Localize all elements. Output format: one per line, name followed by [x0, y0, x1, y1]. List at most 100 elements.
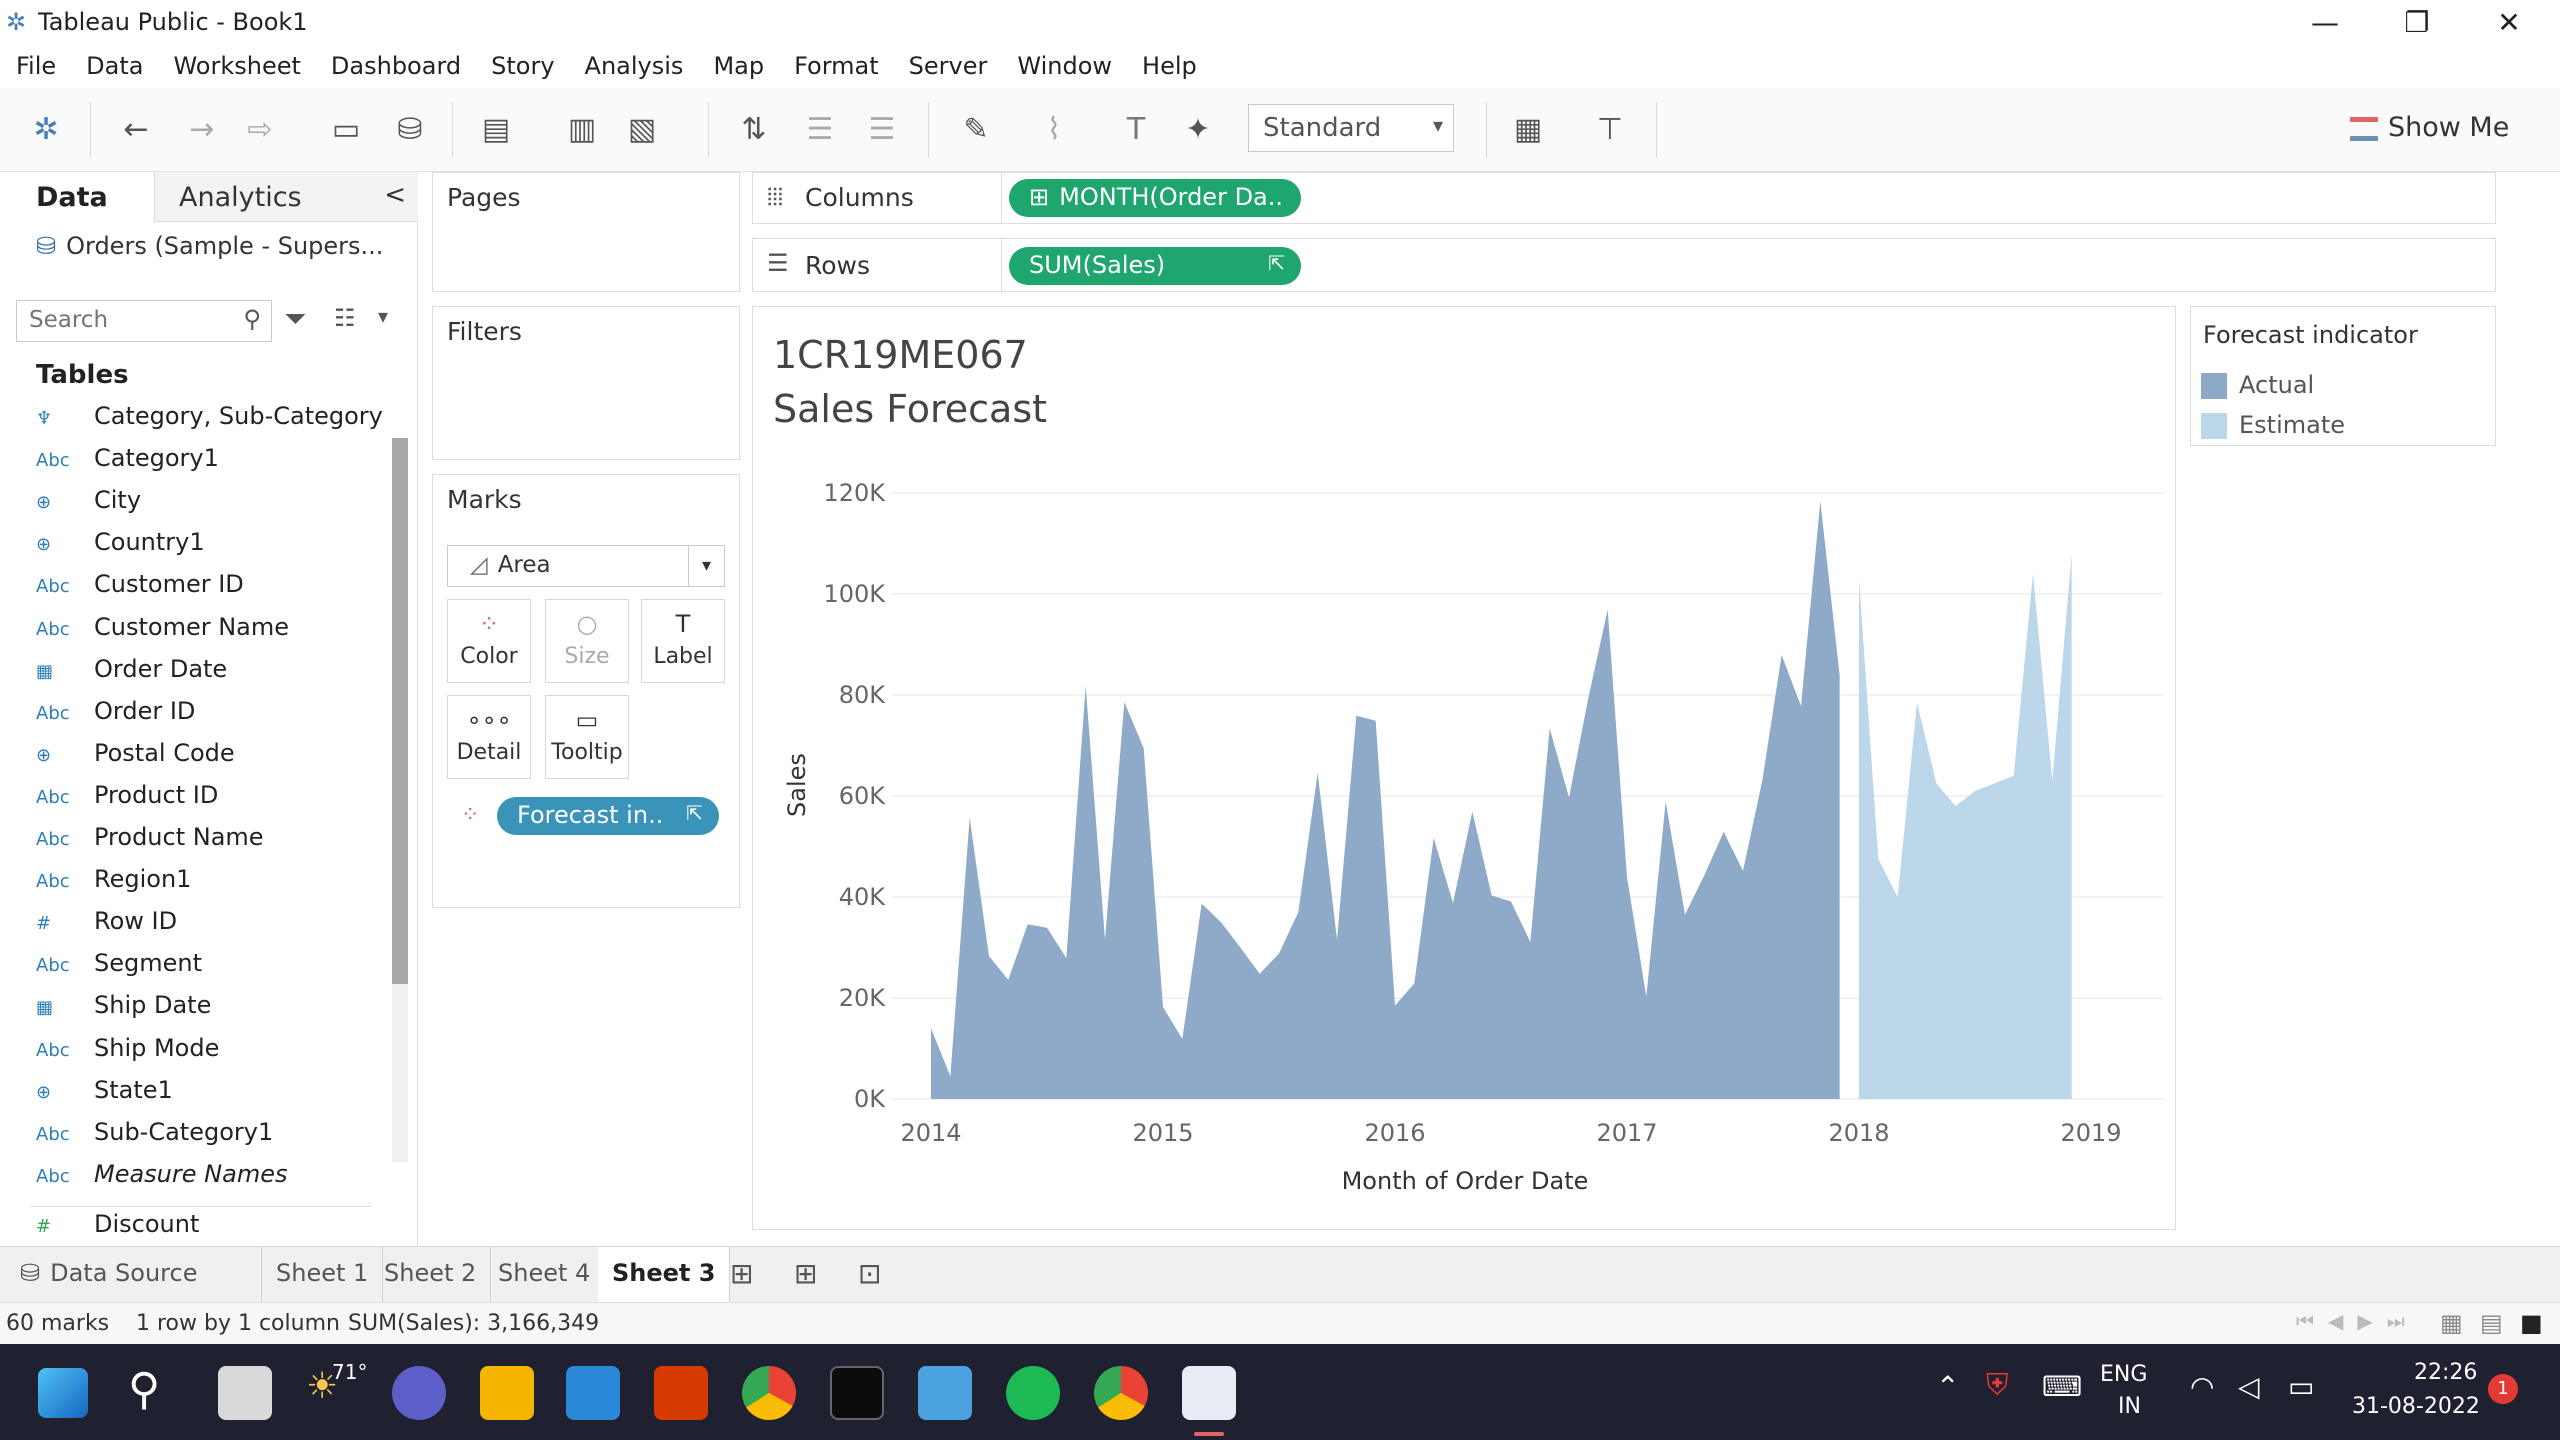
menu-format[interactable]: Format [794, 52, 879, 80]
chrome-icon[interactable] [742, 1366, 796, 1420]
chevron-down-icon[interactable]: ▾ [378, 304, 388, 328]
tabs-icon[interactable]: ■ [2520, 1309, 2543, 1337]
area-chart[interactable]: 0K 20K 40K 60K 80K 100K 120K 2014 2015 2016 2017 20… [753, 307, 2177, 1231]
redo-icon[interactable]: → [182, 110, 222, 150]
scrollbar-track[interactable] [392, 438, 408, 1162]
pages-shelf[interactable]: Pages [432, 172, 740, 292]
new-worksheet-icon[interactable]: ▤ [476, 110, 516, 150]
scrollbar-thumb[interactable] [392, 438, 408, 984]
minimize-button[interactable]: — [2280, 2, 2370, 44]
maximize-button[interactable]: ❐ [2372, 2, 2462, 44]
menu-map[interactable]: Map [713, 52, 764, 80]
save-icon[interactable]: ▭ [326, 110, 366, 150]
sheet-nav-icons[interactable]: ⏮◀▶⏭ [2296, 1309, 2419, 1333]
menu-worksheet[interactable]: Worksheet [173, 52, 300, 80]
mcafee-icon[interactable]: ⛨ [1986, 1368, 2009, 1403]
teams-chat-icon[interactable] [392, 1366, 446, 1420]
legend-item-actual[interactable]: Actual [2201, 371, 2314, 399]
area-series-actual[interactable] [931, 501, 1840, 1099]
tab-sheet-4[interactable]: Sheet 4 [484, 1247, 606, 1303]
size-button[interactable]: ○ Size [545, 599, 629, 683]
sort-ascending-icon[interactable]: ☰ [800, 110, 840, 150]
mark-type-dropdown[interactable]: ◿ Area ▾ [447, 545, 725, 587]
clock-time[interactable]: 22:26 [2414, 1360, 2477, 1385]
legend-item-estimate[interactable]: Estimate [2201, 411, 2345, 439]
field-ship-mode[interactable]: Abc Ship Mode [36, 1034, 219, 1076]
new-dashboard-icon[interactable]: ⊞ [794, 1257, 817, 1290]
show-me-button[interactable]: Show Me [2350, 112, 2509, 143]
view-list-icon[interactable]: ☷ [334, 304, 356, 332]
menu-server[interactable]: Server [909, 52, 988, 80]
filter-icon[interactable]: ⏷ [284, 302, 306, 336]
rows-pill[interactable]: SUM(Sales) ⇱ [1009, 247, 1301, 285]
field-state1[interactable]: ⊕ State1 [36, 1076, 173, 1118]
menu-analysis[interactable]: Analysis [585, 52, 684, 80]
undo-icon[interactable]: ← [116, 110, 156, 150]
field-city[interactable]: ⊕ City [36, 486, 141, 528]
fit-dropdown[interactable]: Standard ▾ [1248, 104, 1454, 152]
language-indicator[interactable]: ENG [2100, 1362, 2147, 1387]
tab-sheet-1[interactable]: Sheet 1 [262, 1247, 384, 1303]
clock-date[interactable]: 31-08-2022 [2352, 1394, 2480, 1419]
battery-icon[interactable]: ▭ [2288, 1370, 2314, 1403]
group-icon[interactable]: ⌇ [1034, 110, 1074, 150]
field-sub-category1[interactable]: Abc Sub-Category1 [36, 1118, 273, 1160]
filmstrip-icon[interactable]: ▤ [2480, 1309, 2503, 1337]
task-view-icon[interactable] [218, 1366, 272, 1420]
notepad-icon[interactable] [918, 1366, 972, 1420]
forecast-indicator-pill[interactable]: Forecast in.. ⇱ [497, 797, 719, 835]
collapse-pane-icon[interactable]: < [384, 180, 406, 210]
menu-story[interactable]: Story [491, 52, 554, 80]
field-order-date[interactable]: ▦ Order Date [36, 655, 227, 697]
close-button[interactable]: ✕ [2464, 2, 2554, 44]
tab-analytics[interactable]: Analytics < [154, 172, 418, 222]
duplicate-sheet-icon[interactable]: ▥ [562, 110, 602, 150]
keyboard-icon[interactable]: ⌨ [2042, 1370, 2082, 1403]
show-cards-icon[interactable]: ▦ [1508, 110, 1548, 150]
area-series-estimate[interactable] [1859, 553, 2072, 1099]
wifi-icon[interactable]: ◠ [2190, 1370, 2214, 1403]
columns-shelf[interactable]: ⦙⦙⦙ Columns ⊞ MONTH(Order Da.. [752, 172, 2496, 224]
tab-data[interactable]: Data [0, 172, 154, 222]
replay-icon[interactable]: ⇨ [240, 110, 280, 150]
spotify-icon[interactable] [1006, 1366, 1060, 1420]
notification-badge[interactable]: 1 [2488, 1374, 2518, 1404]
new-datasource-icon[interactable]: ⛁ [390, 110, 430, 150]
menu-file[interactable]: File [16, 52, 56, 80]
visualization-area[interactable]: 1CR19ME067 Sales Forecast 0K 20K 40K 60K 80K… [752, 306, 2176, 1230]
file-explorer-icon[interactable] [480, 1366, 534, 1420]
columns-pill[interactable]: ⊞ MONTH(Order Da.. [1009, 179, 1301, 217]
field-customer-name[interactable]: Abc Customer Name [36, 613, 289, 655]
datasource-item[interactable]: ⛁ Orders (Sample - Supers... [36, 232, 383, 260]
field-product-name[interactable]: Abc Product Name [36, 823, 264, 865]
tooltip-button[interactable]: ▭ Tooltip [545, 695, 629, 779]
tableau-home-icon[interactable]: ✲ [26, 110, 66, 150]
rows-shelf[interactable]: ☰ Rows SUM(Sales) ⇱ [752, 238, 2496, 292]
microsoft-store-icon[interactable] [566, 1366, 620, 1420]
menu-dashboard[interactable]: Dashboard [331, 52, 461, 80]
field-customer-id[interactable]: Abc Customer ID [36, 570, 244, 612]
new-story-icon[interactable]: ⊡ [858, 1257, 881, 1290]
search-field[interactable]: ⚲ [16, 300, 272, 342]
label-button[interactable]: T Label [641, 599, 725, 683]
terminal-icon[interactable] [830, 1366, 884, 1420]
field-country1[interactable]: ⊕ Country1 [36, 528, 205, 570]
clear-sheet-icon[interactable]: ▧ [622, 110, 662, 150]
tab-sheet-2[interactable]: Sheet 2 [370, 1247, 492, 1303]
chrome-profile-icon[interactable] [1094, 1366, 1148, 1420]
menu-window[interactable]: Window [1017, 52, 1112, 80]
filters-shelf[interactable]: Filters [432, 306, 740, 460]
tab-data-source[interactable]: ⛁ Data Source [0, 1247, 262, 1303]
field-order-id[interactable]: Abc Order ID [36, 697, 195, 739]
chevron-up-icon[interactable]: ⌃ [1936, 1370, 1959, 1403]
color-button[interactable]: ⁘ Color [447, 599, 531, 683]
sort-descending-icon[interactable]: ☰ [862, 110, 902, 150]
field-row-id[interactable]: # Row ID [36, 907, 177, 949]
tableau-taskbar-icon[interactable] [1182, 1366, 1236, 1420]
tab-sheet-3[interactable]: Sheet 3 [598, 1247, 731, 1303]
field-product-id[interactable]: Abc Product ID [36, 781, 218, 823]
field-postal-code[interactable]: ⊕ Postal Code [36, 739, 235, 781]
windows-start-icon[interactable] [38, 1368, 88, 1418]
menu-data[interactable]: Data [86, 52, 143, 80]
search-input[interactable] [29, 301, 229, 339]
